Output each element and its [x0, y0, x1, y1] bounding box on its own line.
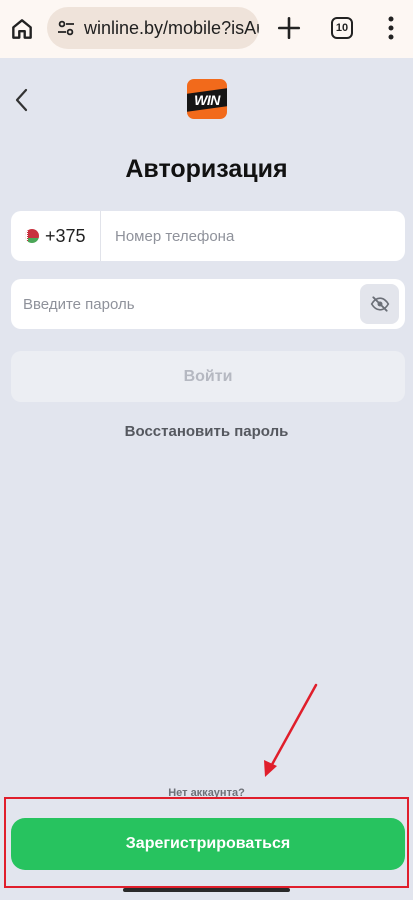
winline-logo: WIN	[187, 79, 227, 119]
gesture-navigation-bar[interactable]	[123, 888, 290, 892]
address-bar[interactable]: winline.by/mobile?isAu	[47, 7, 259, 49]
tabs-icon[interactable]: 10	[331, 17, 353, 39]
password-input[interactable]	[23, 295, 353, 313]
tab-count: 10	[335, 22, 349, 34]
tune-icon[interactable]	[56, 18, 76, 38]
phone-input[interactable]	[115, 227, 385, 245]
annotation-arrow-icon	[264, 683, 318, 777]
url-text[interactable]: winline.by/mobile?isAu	[84, 18, 259, 39]
belarus-flag-icon	[25, 229, 39, 243]
page-title: Авторизация	[125, 155, 288, 183]
restore-password-link[interactable]: Восстановить пароль	[0, 423, 413, 440]
plus-icon[interactable]	[276, 15, 302, 41]
more-vert-icon[interactable]	[386, 15, 396, 41]
password-field[interactable]	[11, 279, 405, 329]
phone-field[interactable]: +375	[11, 211, 405, 261]
browser-toolbar: winline.by/mobile?isAu 10	[0, 0, 413, 58]
toggle-password-visibility-button[interactable]	[360, 284, 399, 324]
annotation-highlight-box	[4, 797, 409, 888]
login-button[interactable]: Войти	[11, 351, 405, 402]
logo-text: WIN	[194, 92, 220, 108]
back-arrow-icon[interactable]	[10, 86, 34, 114]
eye-off-icon	[370, 296, 389, 312]
home-icon[interactable]	[9, 16, 35, 42]
country-selector[interactable]: +375	[11, 211, 101, 261]
country-code: +375	[45, 225, 86, 246]
